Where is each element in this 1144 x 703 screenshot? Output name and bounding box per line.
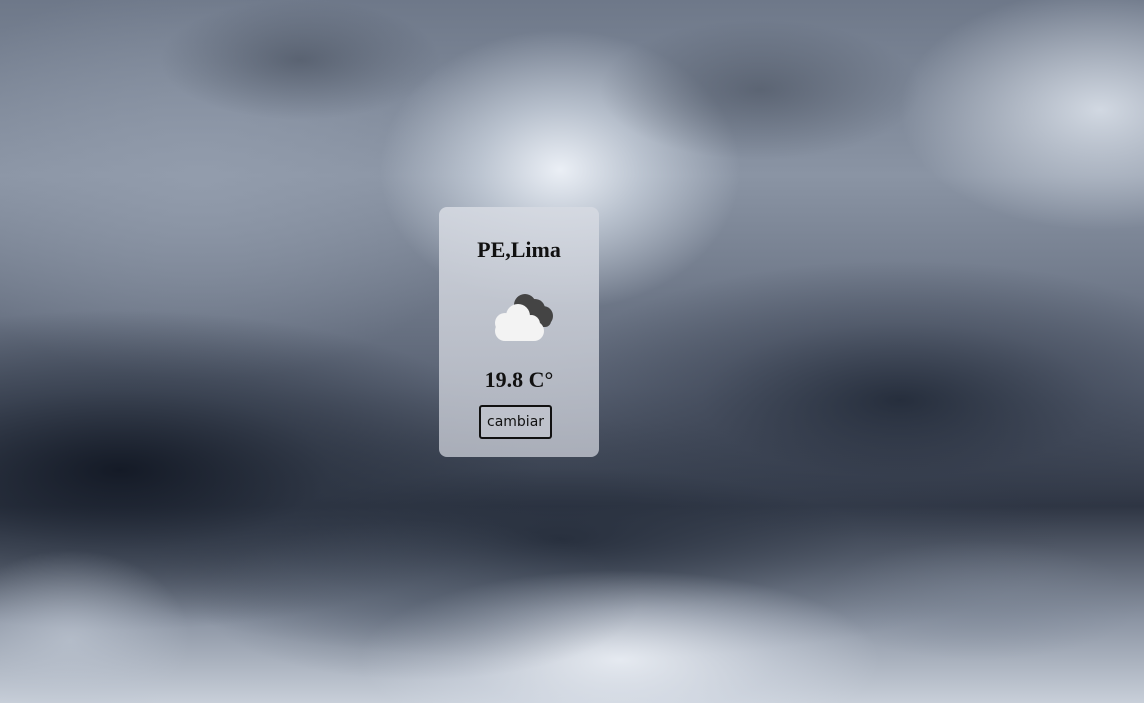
change-city-button[interactable]: cambiar — [479, 405, 553, 439]
weather-card: PE,Lima 19.8 C° cambiar — [439, 207, 599, 457]
city-name: PE,Lima — [477, 237, 561, 262]
cloudy-icon — [483, 289, 557, 341]
temperature-value: 19.8 C° — [484, 367, 554, 392]
